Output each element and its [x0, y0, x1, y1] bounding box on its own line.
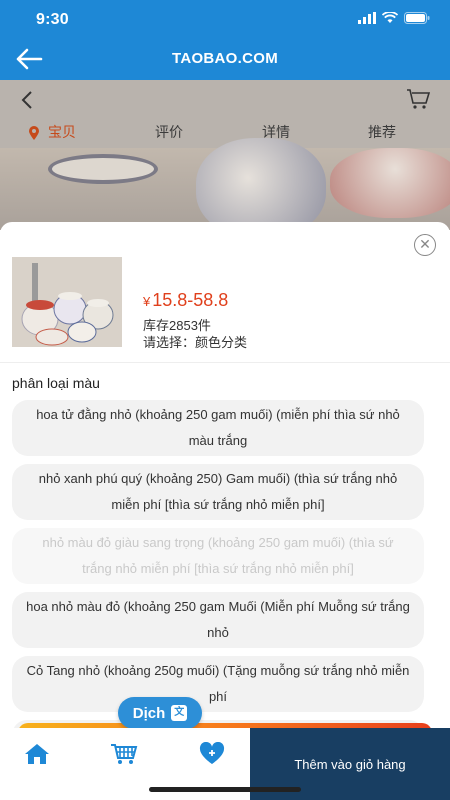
- translate-button[interactable]: Dịch 文: [118, 697, 202, 729]
- price-value: 15.8-58.8: [152, 290, 229, 310]
- battery-icon: [404, 12, 430, 24]
- close-icon[interactable]: ✕: [414, 234, 436, 256]
- color-option[interactable]: Cỏ Tang nhỏ (khoảng 250g muối) (Tặng muỗ…: [12, 656, 424, 712]
- cart-icon[interactable]: [406, 88, 430, 110]
- tab-reviews[interactable]: 评价: [155, 122, 183, 142]
- color-options-list: hoa tử đằng nhỏ (khoảng 250 gam muối) (m…: [12, 400, 424, 732]
- color-option[interactable]: hoa tử đằng nhỏ (khoảng 250 gam muối) (m…: [12, 400, 424, 456]
- color-option-disabled: nhỏ màu đỏ giàu sang trọng (khoảng 250 g…: [12, 528, 424, 584]
- translate-label: Dịch: [132, 704, 166, 722]
- header-title: TAOBAO.COM: [171, 50, 279, 67]
- home-indicator: [149, 787, 301, 792]
- status-icons: [358, 12, 430, 24]
- thumbnail-jars-image: [12, 257, 122, 347]
- app-header: TAOBAO.COM: [0, 38, 450, 80]
- color-option[interactable]: hoa nhỏ màu đỏ (khoảng 250 gam Muối (Miễ…: [12, 592, 424, 648]
- favorite-heart-icon[interactable]: [198, 742, 226, 766]
- shop-cart-icon[interactable]: [110, 742, 138, 766]
- status-time: 9:30: [36, 11, 69, 28]
- color-category-title: phân loại màu: [12, 375, 100, 391]
- location-pin-icon: [29, 126, 39, 140]
- status-bar: 9:30: [0, 0, 450, 38]
- tab-recommend[interactable]: 推荐: [368, 122, 396, 142]
- currency-symbol: ¥: [143, 294, 151, 309]
- google-translate-icon: 文: [171, 705, 188, 721]
- color-option[interactable]: nhỏ xanh phú quý (khoảng 250) Gam muối) …: [12, 464, 424, 520]
- home-icon[interactable]: [24, 742, 50, 766]
- jar-lid-shape: [48, 154, 158, 184]
- wifi-icon: [382, 12, 398, 23]
- screen: 9:30 TAOBAO.COM 宝贝 评价 详情 推荐 ✕ ¥ 15.8-58.…: [0, 0, 450, 800]
- jar-body-shape: [196, 138, 326, 230]
- product-page-dimmed: 宝贝 评价 详情 推荐: [0, 80, 450, 230]
- jar-right-shape: [330, 148, 450, 218]
- selection-prompt: 请选择：颜色分类: [143, 335, 248, 350]
- divider: [0, 362, 450, 363]
- tab-baobei[interactable]: 宝贝: [48, 122, 76, 142]
- product-thumbnail: [12, 257, 122, 347]
- product-photo: [0, 138, 450, 230]
- product-nav-row: [0, 80, 450, 120]
- chevron-left-icon[interactable]: [20, 90, 34, 110]
- sku-selector-sheet: ✕ ¥15.8-58.8 库存2853件 请选择：颜色分类 phân loại …: [0, 222, 450, 732]
- signal-icon: [358, 12, 376, 24]
- price-range: ¥15.8-58.8: [143, 290, 228, 311]
